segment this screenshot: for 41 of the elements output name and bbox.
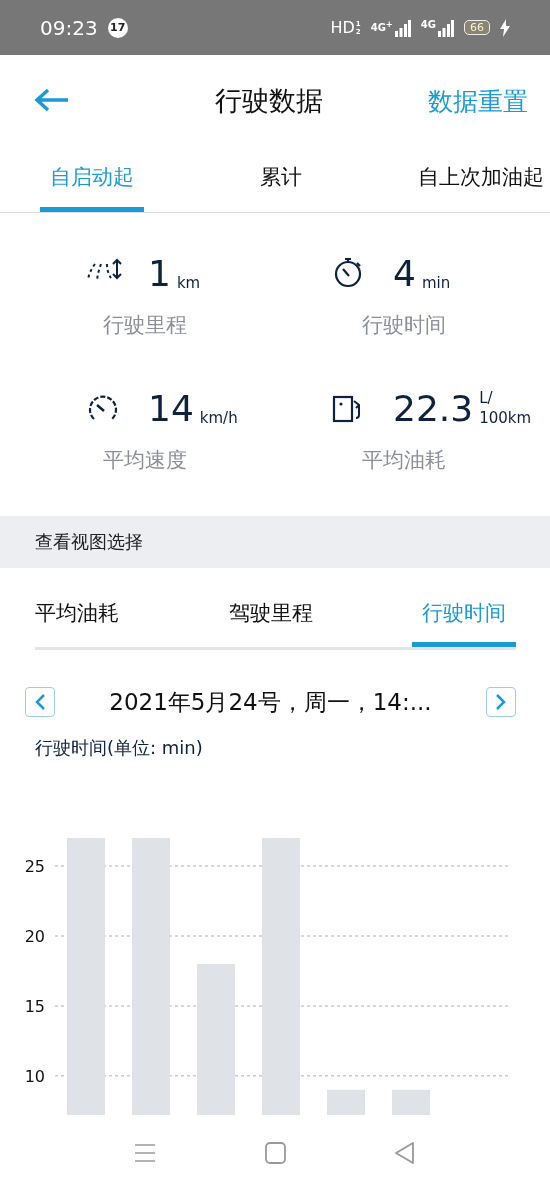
stat-value: 14 [148, 387, 194, 429]
signal-icon [438, 18, 454, 37]
stat-unit: km/h [199, 408, 238, 429]
back-nav-button[interactable] [393, 1141, 417, 1165]
chevron-left-icon [34, 693, 46, 711]
stat-unit: L/ 100km [479, 388, 532, 429]
stat-unit: min [421, 273, 451, 294]
tab[interactable]: 自上次加油起 [418, 147, 544, 212]
tab[interactable]: 累计 [221, 147, 341, 212]
notification-badge: 17 [107, 17, 128, 38]
bar [392, 1089, 430, 1115]
bar [327, 1089, 365, 1115]
stat-value: 22.3 [393, 387, 474, 429]
stat-value: 4 [393, 252, 416, 294]
section-header: 查看视图选择 [0, 516, 550, 568]
battery-level: 66 [464, 20, 490, 35]
stat-label: 行驶时间 [362, 312, 446, 339]
previous-button[interactable] [25, 687, 55, 717]
axis-tick-label: 20 [24, 926, 45, 946]
chevron-right-icon [495, 693, 507, 711]
signal-icon [394, 18, 411, 37]
axis-tick-label: 15 [24, 996, 45, 1016]
axis-tick-label: 25 [24, 857, 45, 876]
view-tab[interactable]: 平均油耗 [25, 584, 129, 647]
stat-label: 平均速度 [103, 447, 187, 474]
chart-title: 行驶时间(单位: min) [35, 736, 204, 760]
stat-value: 1 [148, 252, 171, 294]
date-label: 2021年5月24号，周一，14:... [109, 687, 432, 717]
stat-label: 平均油耗 [362, 447, 446, 474]
hd-label: HD [330, 18, 355, 37]
page-title: 行驶数据 [214, 84, 324, 118]
network-label: 4G [420, 18, 436, 30]
network-label: 4G$^{+}$ [370, 18, 393, 33]
stat-label: 行驶里程 [103, 312, 187, 339]
clock: 09:23 [40, 15, 98, 40]
stat-unit: km [176, 273, 201, 294]
menu-button[interactable] [133, 1141, 157, 1165]
axis-tick-label: 10 [24, 1066, 45, 1086]
next-button[interactable] [486, 687, 516, 717]
home-button[interactable] [263, 1141, 287, 1165]
view-tab[interactable]: 驾驶里程 [218, 584, 323, 647]
